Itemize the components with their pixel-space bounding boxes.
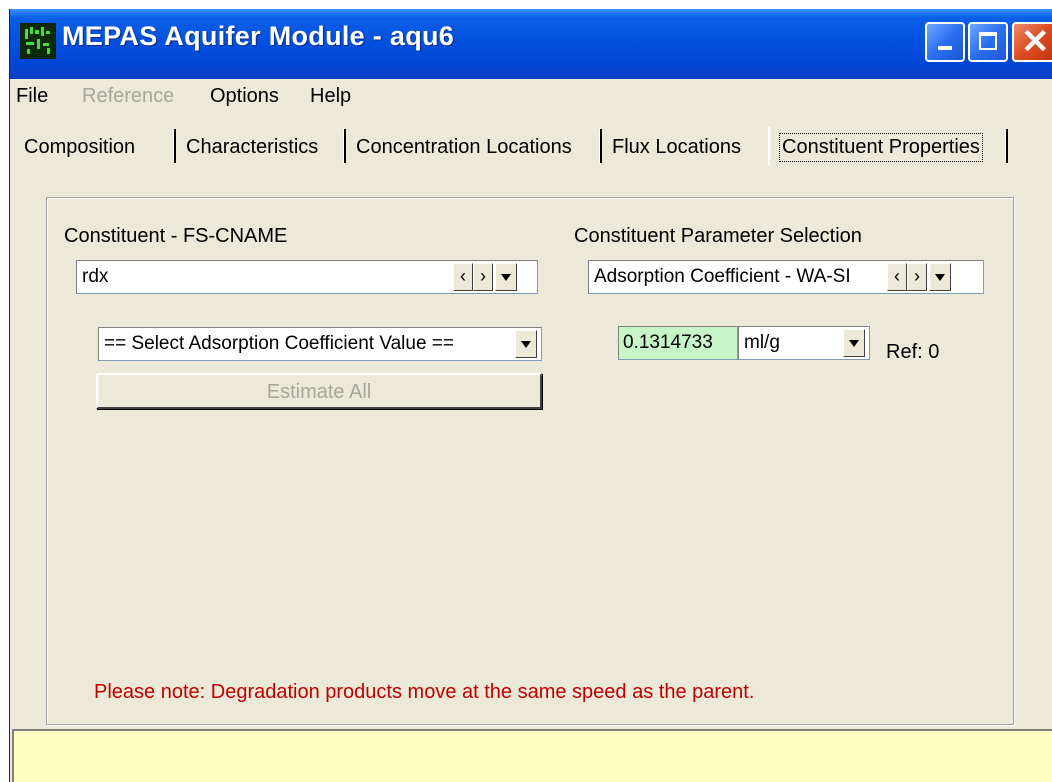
chevron-left-icon[interactable]: ‹: [453, 263, 473, 291]
parameter-chevron-left-icon[interactable]: ‹: [887, 263, 907, 291]
unit-select[interactable]: ml/g: [738, 326, 870, 360]
estimate-all-label: Estimate All: [266, 381, 372, 403]
constituent-label: Constituent - FS-CNAME: [64, 225, 288, 247]
constituent-value: rdx: [82, 266, 109, 287]
minimize-button[interactable]: [925, 22, 965, 62]
menu-options[interactable]: Options: [210, 85, 279, 108]
parameter-value: Adsorption Coefficient - WA-SI: [594, 266, 851, 287]
tab-characteristics-label: Characteristics: [186, 136, 319, 158]
parameter-label: Constituent Parameter Selection: [574, 225, 862, 247]
adsorption-select-value: == Select Adsorption Coefficient Value =…: [104, 333, 454, 354]
minimize-icon: [938, 46, 952, 50]
tab-composition[interactable]: Composition: [14, 127, 176, 165]
menu-reference[interactable]: Reference: [82, 85, 174, 108]
unit-dropdown-button[interactable]: [843, 329, 865, 357]
parameter-combo[interactable]: Adsorption Coefficient - WA-SI ‹ ›: [588, 260, 984, 294]
main-window: MEPAS Aquifer Module - aqu6 ✕ File Refer…: [9, 9, 1052, 782]
degradation-note: Please note: Degradation products move a…: [94, 681, 755, 703]
app-icon: [20, 23, 56, 59]
adsorption-dropdown-button[interactable]: [515, 330, 537, 358]
close-button[interactable]: ✕: [1012, 22, 1052, 62]
chevron-right-icon[interactable]: ›: [473, 263, 493, 291]
parameter-chevron-right-icon[interactable]: ›: [907, 263, 927, 291]
adsorption-select[interactable]: == Select Adsorption Coefficient Value =…: [98, 327, 542, 361]
ref-label: Ref: 0: [886, 341, 940, 363]
unit-value: ml/g: [744, 332, 780, 353]
tab-flux-locations-label: Flux Locations: [612, 136, 741, 158]
tab-concentration-locations-label: Concentration Locations: [356, 136, 572, 158]
menu-help[interactable]: Help: [310, 85, 351, 108]
maximize-icon: [979, 32, 997, 50]
window-title: MEPAS Aquifer Module - aqu6: [62, 21, 455, 51]
parameter-value-input[interactable]: 0.1314733: [618, 326, 738, 360]
estimate-all-button[interactable]: Estimate All: [96, 373, 542, 409]
status-bar: [12, 729, 1052, 782]
menu-bar: File Reference Options Help: [10, 79, 1052, 111]
tab-characteristics[interactable]: Characteristics: [176, 127, 346, 165]
maximize-button[interactable]: [968, 22, 1008, 62]
title-bar[interactable]: MEPAS Aquifer Module - aqu6 ✕: [10, 9, 1052, 79]
constituent-dropdown-button[interactable]: [495, 263, 517, 291]
tab-constituent-properties[interactable]: Constituent Properties: [768, 127, 1008, 165]
constituent-combo[interactable]: rdx ‹ ›: [76, 260, 538, 294]
parameter-dropdown-button[interactable]: [929, 263, 951, 291]
tab-composition-label: Composition: [24, 136, 136, 158]
tab-flux-locations[interactable]: Flux Locations: [602, 127, 768, 165]
parameter-numeric-value: 0.1314733: [623, 332, 713, 353]
menu-file[interactable]: File: [16, 85, 48, 108]
tab-constituent-properties-label: Constituent Properties: [779, 133, 983, 162]
tab-concentration-locations[interactable]: Concentration Locations: [346, 127, 602, 165]
close-icon: ✕: [1021, 23, 1050, 61]
